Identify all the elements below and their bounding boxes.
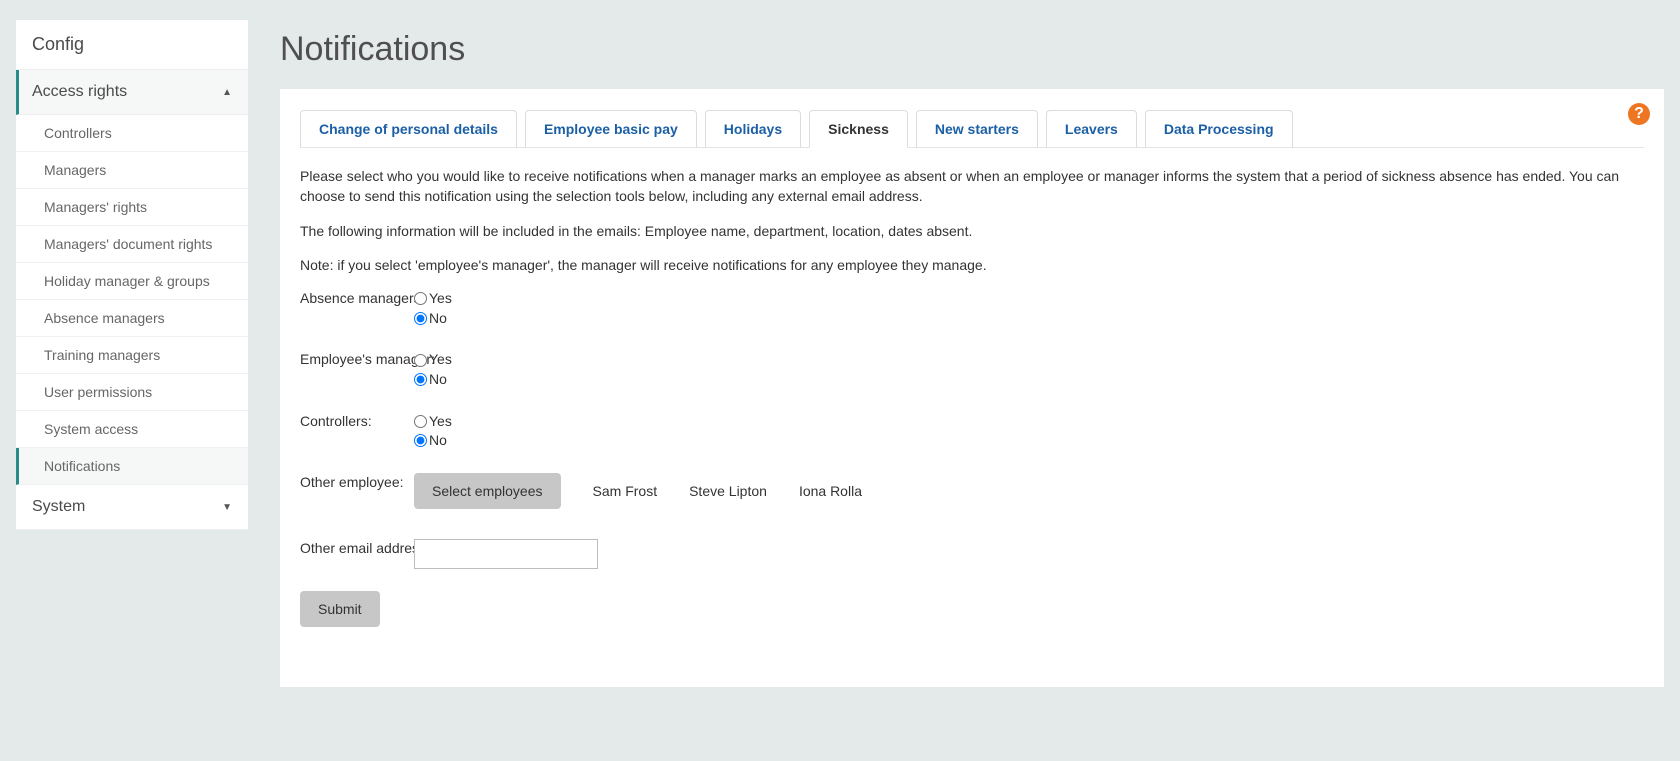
radio-absence-yes[interactable] [414, 292, 427, 305]
tab-new-starters[interactable]: New starters [916, 110, 1038, 148]
tab-sickness[interactable]: Sickness [809, 110, 908, 148]
row-employees-manager: Employee's manager: Yes No [300, 350, 1644, 389]
tab-change-personal-details[interactable]: Change of personal details [300, 110, 517, 148]
tab-leavers[interactable]: Leavers [1046, 110, 1137, 148]
sidebar: Config Access rights ▲ Controllers Manag… [16, 20, 248, 530]
radio-absence-no[interactable] [414, 312, 427, 325]
radio-label: Yes [429, 289, 452, 309]
sidebar-item-system-access[interactable]: System access [16, 411, 248, 448]
tab-data-processing[interactable]: Data Processing [1145, 110, 1293, 148]
label-employees-manager: Employee's manager: [300, 350, 414, 367]
intro-paragraph-2: The following information will be includ… [300, 221, 1644, 241]
submit-button[interactable]: Submit [300, 591, 380, 627]
tab-holidays[interactable]: Holidays [705, 110, 801, 148]
sidebar-item-holiday-manager-groups[interactable]: Holiday manager & groups [16, 263, 248, 300]
sidebar-section-label: System [32, 498, 85, 516]
content-card: ? Change of personal details Employee ba… [280, 89, 1664, 687]
radio-label: No [429, 309, 447, 329]
other-email-input[interactable] [414, 539, 598, 569]
radio-empmgr-yes[interactable] [414, 354, 427, 367]
sidebar-section-system[interactable]: System ▼ [16, 485, 248, 530]
label-other-employee: Other employee: [300, 473, 414, 490]
sidebar-item-absence-managers[interactable]: Absence managers [16, 300, 248, 337]
radio-label: Yes [429, 412, 452, 432]
label-controllers: Controllers: [300, 412, 414, 429]
sidebar-item-training-managers[interactable]: Training managers [16, 337, 248, 374]
row-controllers: Controllers: Yes No [300, 412, 1644, 451]
sidebar-item-user-permissions[interactable]: User permissions [16, 374, 248, 411]
help-icon[interactable]: ? [1628, 103, 1650, 125]
row-other-employee: Other employee: Select employees Sam Fro… [300, 473, 1644, 509]
radio-controllers-yes[interactable] [414, 415, 427, 428]
radio-controllers-no[interactable] [414, 434, 427, 447]
sidebar-item-managers-rights[interactable]: Managers' rights [16, 189, 248, 226]
sidebar-header-config[interactable]: Config [16, 20, 248, 70]
selected-employee[interactable]: Sam Frost [593, 483, 658, 499]
sidebar-section-label: Access rights [32, 83, 127, 101]
sidebar-item-notifications[interactable]: Notifications [16, 448, 248, 485]
radio-label: No [429, 370, 447, 390]
sidebar-item-controllers[interactable]: Controllers [16, 115, 248, 152]
row-absence-managers: Absence managers: Yes No [300, 289, 1644, 328]
tab-employee-basic-pay[interactable]: Employee basic pay [525, 110, 697, 148]
selected-employee[interactable]: Iona Rolla [799, 483, 862, 499]
radio-empmgr-no[interactable] [414, 373, 427, 386]
label-absence-managers: Absence managers: [300, 289, 414, 306]
label-other-email: Other email address: [300, 539, 414, 556]
main-content: Notifications ? Change of personal detai… [280, 20, 1664, 687]
radio-label: No [429, 431, 447, 451]
row-other-email: Other email address: [300, 539, 1644, 569]
sidebar-section-access-rights[interactable]: Access rights ▲ [16, 70, 248, 115]
page-title: Notifications [280, 30, 1664, 69]
selected-employee[interactable]: Steve Lipton [689, 483, 767, 499]
sidebar-item-managers-document-rights[interactable]: Managers' document rights [16, 226, 248, 263]
sidebar-item-managers[interactable]: Managers [16, 152, 248, 189]
intro-paragraph-3: Note: if you select 'employee's manager'… [300, 255, 1644, 275]
chevron-down-icon: ▼ [222, 502, 232, 513]
tabs: Change of personal details Employee basi… [300, 109, 1644, 148]
select-employees-button[interactable]: Select employees [414, 473, 561, 509]
chevron-up-icon: ▲ [222, 87, 232, 98]
intro-paragraph-1: Please select who you would like to rece… [300, 166, 1644, 207]
radio-label: Yes [429, 350, 452, 370]
